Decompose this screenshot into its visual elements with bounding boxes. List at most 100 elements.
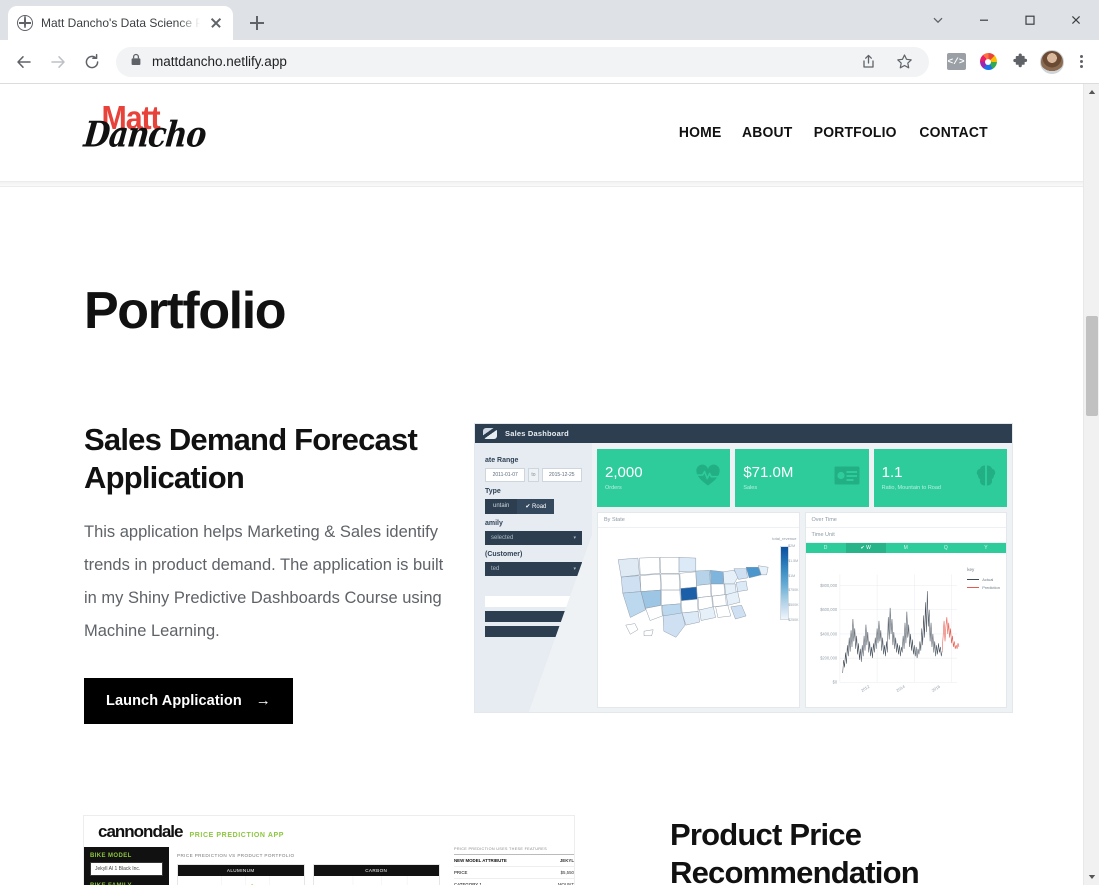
bike-model-label: BIKE MODEL [90, 852, 132, 859]
site-nav: HOME ABOUT PORTFOLIO CONTACT [678, 125, 989, 141]
scroll-up-arrow[interactable] [1084, 84, 1099, 100]
minimize-icon[interactable] [961, 0, 1007, 40]
legend-label: Actual [982, 577, 994, 582]
nav-item-portfolio[interactable]: PORTFOLIO [814, 125, 897, 141]
chevron-down-icon: ▾ [573, 535, 576, 541]
dashboard-titlebar: Sales Dashboard [475, 424, 1012, 443]
url-text: mattdancho.netlify.app [152, 54, 287, 69]
chevron-down-icon[interactable] [915, 0, 961, 40]
tab-title: Matt Dancho's Data Science Port [41, 16, 200, 30]
card-plot: OVER MOUNTAIN [178, 875, 304, 885]
panel-header: By State [598, 513, 799, 528]
card-header: CARBON [313, 864, 439, 876]
svg-text:$200,000: $200,000 [820, 656, 838, 661]
nav-item-contact[interactable]: CONTACT [919, 125, 987, 141]
tab-quarter[interactable]: Q [926, 543, 966, 553]
tab-day[interactable]: D [806, 543, 846, 553]
table-cell: PRICE [454, 869, 468, 875]
date-to-input[interactable]: 2015-12-25 [541, 468, 583, 482]
dashboard-logo-icon [483, 428, 497, 439]
project-sales-demand-forecast: Sales Demand Forecast Application This a… [84, 421, 1083, 724]
three-dot-menu-icon[interactable] [1071, 52, 1091, 72]
cannondale-subtitle: PRICE PREDICTION APP [189, 831, 285, 839]
panel-over-time: Over Time Time Unit D ✔ W M Q Y $800,000… [804, 512, 1007, 708]
card-header: ALUMINUM [178, 864, 304, 876]
scroll-down-arrow[interactable] [1084, 869, 1099, 885]
sidebar-apply-button[interactable] [485, 611, 582, 622]
brain-icon [974, 464, 998, 493]
page-content: Portfolio Sales Demand Forecast Applicat… [0, 285, 1083, 885]
date-range-control[interactable]: 2011-01-07 to 2015-12-25 [485, 468, 583, 482]
cannondale-table: PRICE PREDICTION USES THESE FEATURES NEW… [454, 847, 574, 885]
sales-dashboard-screenshot[interactable]: Sales Dashboard ate Range 2011-01-07 to … [475, 424, 1012, 712]
star-icon[interactable] [891, 49, 917, 75]
project-product-price-recommendation: cannondale PRICE PREDICTION APP BIKE MOD… [84, 815, 1083, 885]
avatar[interactable] [1039, 49, 1065, 75]
svg-text:2012: 2012 [859, 684, 870, 693]
table-header-cell: NEW MODEL ATTRIBUTE [454, 857, 507, 863]
money-icon [834, 466, 860, 490]
customer-select[interactable]: ted ▾ [485, 562, 582, 576]
dashboard-sidebar: ate Range 2011-01-07 to 2015-12-25 Type … [475, 443, 592, 712]
kpi-row: 2,000 Orders $71.0M Sales 1.1 Ratio, Mou… [597, 449, 1007, 507]
dashboard-body: ate Range 2011-01-07 to 2015-12-25 Type … [475, 443, 1012, 712]
address-bar[interactable]: mattdancho.netlify.app [116, 46, 929, 77]
date-from-input[interactable]: 2011-01-07 [485, 468, 526, 482]
maximize-icon[interactable] [1007, 0, 1053, 40]
tab-year[interactable]: Y [966, 543, 1006, 553]
cannondale-screenshot[interactable]: cannondale PRICE PREDICTION APP BIKE MOD… [84, 815, 574, 885]
header-divider [0, 181, 1083, 187]
page-viewport: Matt Dancho HOME ABOUT PORTFOLIO CONTACT… [0, 84, 1099, 885]
tab-month[interactable]: M [886, 543, 926, 553]
share-icon[interactable] [855, 49, 881, 75]
svg-text:$600,000: $600,000 [820, 607, 838, 612]
launch-button-label: Launch Application [106, 692, 242, 709]
back-arrow-icon[interactable] [8, 46, 40, 78]
card-carbon: CARBON [312, 863, 440, 885]
card-aluminum: ALUMINUM OVER MOUNTAIN [177, 863, 305, 885]
legend-label: Prediction [982, 585, 1000, 590]
panel-subheader: Time Unit [805, 528, 1006, 543]
nav-item-about[interactable]: ABOUT [742, 125, 792, 141]
type-button-road[interactable]: ✔ Road [517, 499, 555, 514]
new-tab-button[interactable] [243, 9, 271, 37]
type-label: Type [485, 488, 501, 495]
page-scrollbar[interactable] [1083, 84, 1099, 885]
map-legend-title: total_revenue [772, 536, 797, 541]
close-icon[interactable] [208, 15, 224, 31]
type-button-group: untain ✔ Road [485, 499, 582, 514]
date-range-label: ate Range [485, 457, 519, 464]
chevron-down-icon: ▾ [573, 566, 576, 572]
bike-model-input[interactable]: Jekyll Al 1 Black Inc. [90, 861, 163, 876]
cannondale-body: BIKE MODEL Jekyll Al 1 Black Inc. BIKE F… [84, 846, 574, 885]
tab-week[interactable]: ✔ W [845, 543, 886, 553]
type-button-mountain[interactable]: untain [485, 499, 518, 514]
family-select[interactable]: selected ▾ [485, 531, 582, 545]
tab-strip: Matt Dancho's Data Science Port [0, 0, 271, 40]
extension-bar: </> [937, 49, 1091, 75]
browser-tab[interactable]: Matt Dancho's Data Science Port [8, 6, 233, 40]
close-icon[interactable] [1053, 0, 1099, 40]
omnibox-actions [855, 49, 923, 75]
project-text-block: Sales Demand Forecast Application This a… [84, 421, 459, 724]
legend-entry-actual: Actual [967, 577, 1000, 582]
cannondale-logo: cannondale [98, 821, 183, 841]
scrollbar-thumb[interactable] [1086, 316, 1098, 416]
code-extension-icon[interactable]: </> [943, 49, 969, 75]
table-header-cell: JEKYL [559, 857, 574, 863]
sidebar-reset-button[interactable] [485, 626, 582, 637]
legend-tick: $2M [788, 544, 796, 548]
site-logo[interactable]: Matt Dancho [82, 101, 208, 165]
cannondale-sidebar: BIKE MODEL Jekyll Al 1 Black Inc. BIKE F… [84, 846, 169, 885]
reload-icon[interactable] [76, 46, 108, 78]
color-wheel-extension-icon[interactable] [975, 49, 1001, 75]
launch-application-button[interactable]: Launch Application → [84, 677, 293, 724]
nav-item-home[interactable]: HOME [678, 125, 721, 141]
svg-text:2014: 2014 [895, 684, 906, 693]
table-caption: PRICE PREDICTION USES THESE FEATURES [454, 847, 574, 855]
cannondale-header: cannondale PRICE PREDICTION APP [84, 816, 574, 847]
forward-arrow-icon[interactable] [42, 46, 74, 78]
logo-last-name: Dancho [81, 114, 208, 156]
puzzle-extensions-icon[interactable] [1007, 49, 1033, 75]
project-description: This application helps Marketing & Sales… [84, 522, 444, 640]
